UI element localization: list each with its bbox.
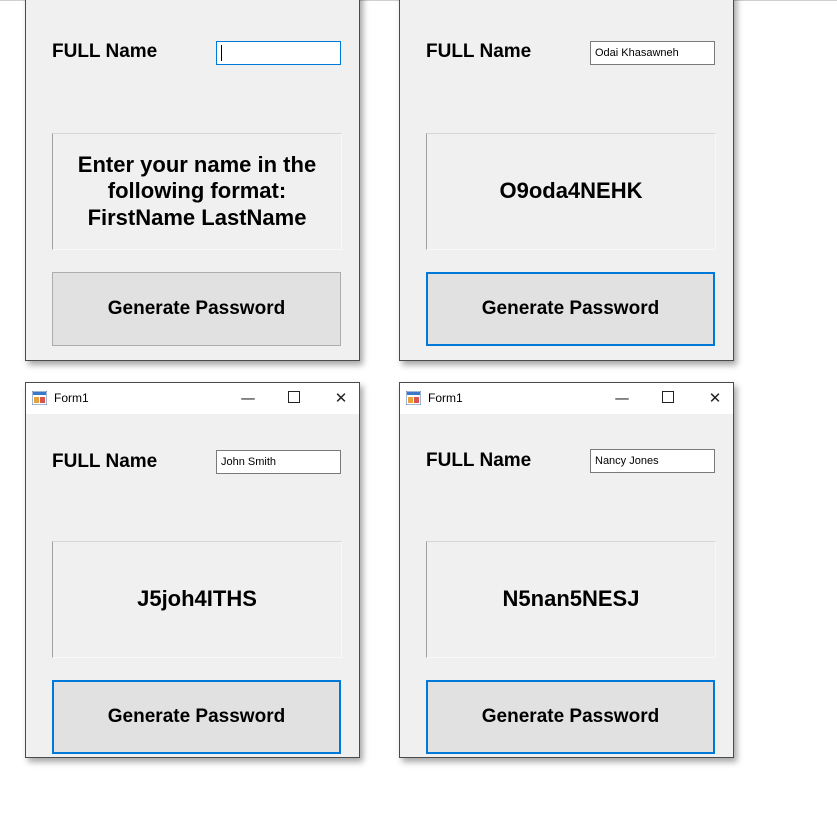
password-output-text: J5joh4ITHS: [137, 586, 257, 612]
password-output-box: N5nan5NESJ: [426, 541, 716, 658]
maximize-icon[interactable]: [282, 387, 306, 409]
full-name-input[interactable]: [590, 449, 715, 473]
full-name-input[interactable]: [216, 450, 341, 474]
password-output-text: Enter your name in the following format:…: [77, 151, 317, 230]
text-caret: [221, 45, 222, 61]
password-output-box: O9oda4NEHK: [426, 133, 716, 250]
titlebar[interactable]: Form1 — ✕: [26, 383, 359, 414]
full-name-label: FULL Name: [52, 41, 158, 62]
minimize-icon[interactable]: —: [610, 387, 634, 409]
password-output-box: Enter your name in the following format:…: [52, 133, 342, 250]
generate-password-button[interactable]: Generate Password: [426, 680, 715, 754]
close-icon[interactable]: ✕: [329, 387, 353, 409]
password-output-text: O9oda4NEHK: [499, 178, 643, 204]
generate-password-button[interactable]: Generate Password: [52, 272, 341, 346]
generate-password-button[interactable]: Generate Password: [52, 680, 341, 754]
form-window-2: FULL Name O9oda4NEHK Generate Password: [399, 0, 734, 361]
form-window-3: Form1 — ✕ FULL Name J5joh4ITHS Generate …: [25, 382, 360, 758]
full-name-input[interactable]: [216, 41, 341, 65]
password-output-box: J5joh4ITHS: [52, 541, 342, 658]
full-name-input[interactable]: [590, 41, 715, 65]
generate-password-button[interactable]: Generate Password: [426, 272, 715, 346]
minimize-icon[interactable]: —: [236, 387, 260, 409]
full-name-label: FULL Name: [426, 450, 532, 471]
window-title: Form1: [54, 391, 89, 405]
maximize-icon[interactable]: [656, 387, 680, 409]
form-window-1: FULL Name Enter your name in the followi…: [25, 0, 360, 361]
titlebar[interactable]: Form1 — ✕: [400, 383, 733, 414]
form-window-4: Form1 — ✕ FULL Name N5nan5NESJ Generate …: [399, 382, 734, 758]
close-icon[interactable]: ✕: [703, 387, 727, 409]
full-name-label: FULL Name: [52, 451, 158, 472]
password-output-text: N5nan5NESJ: [502, 586, 640, 612]
window-title: Form1: [428, 391, 463, 405]
full-name-label: FULL Name: [426, 41, 532, 62]
winforms-app-icon: [32, 391, 47, 405]
winforms-app-icon: [406, 391, 421, 405]
